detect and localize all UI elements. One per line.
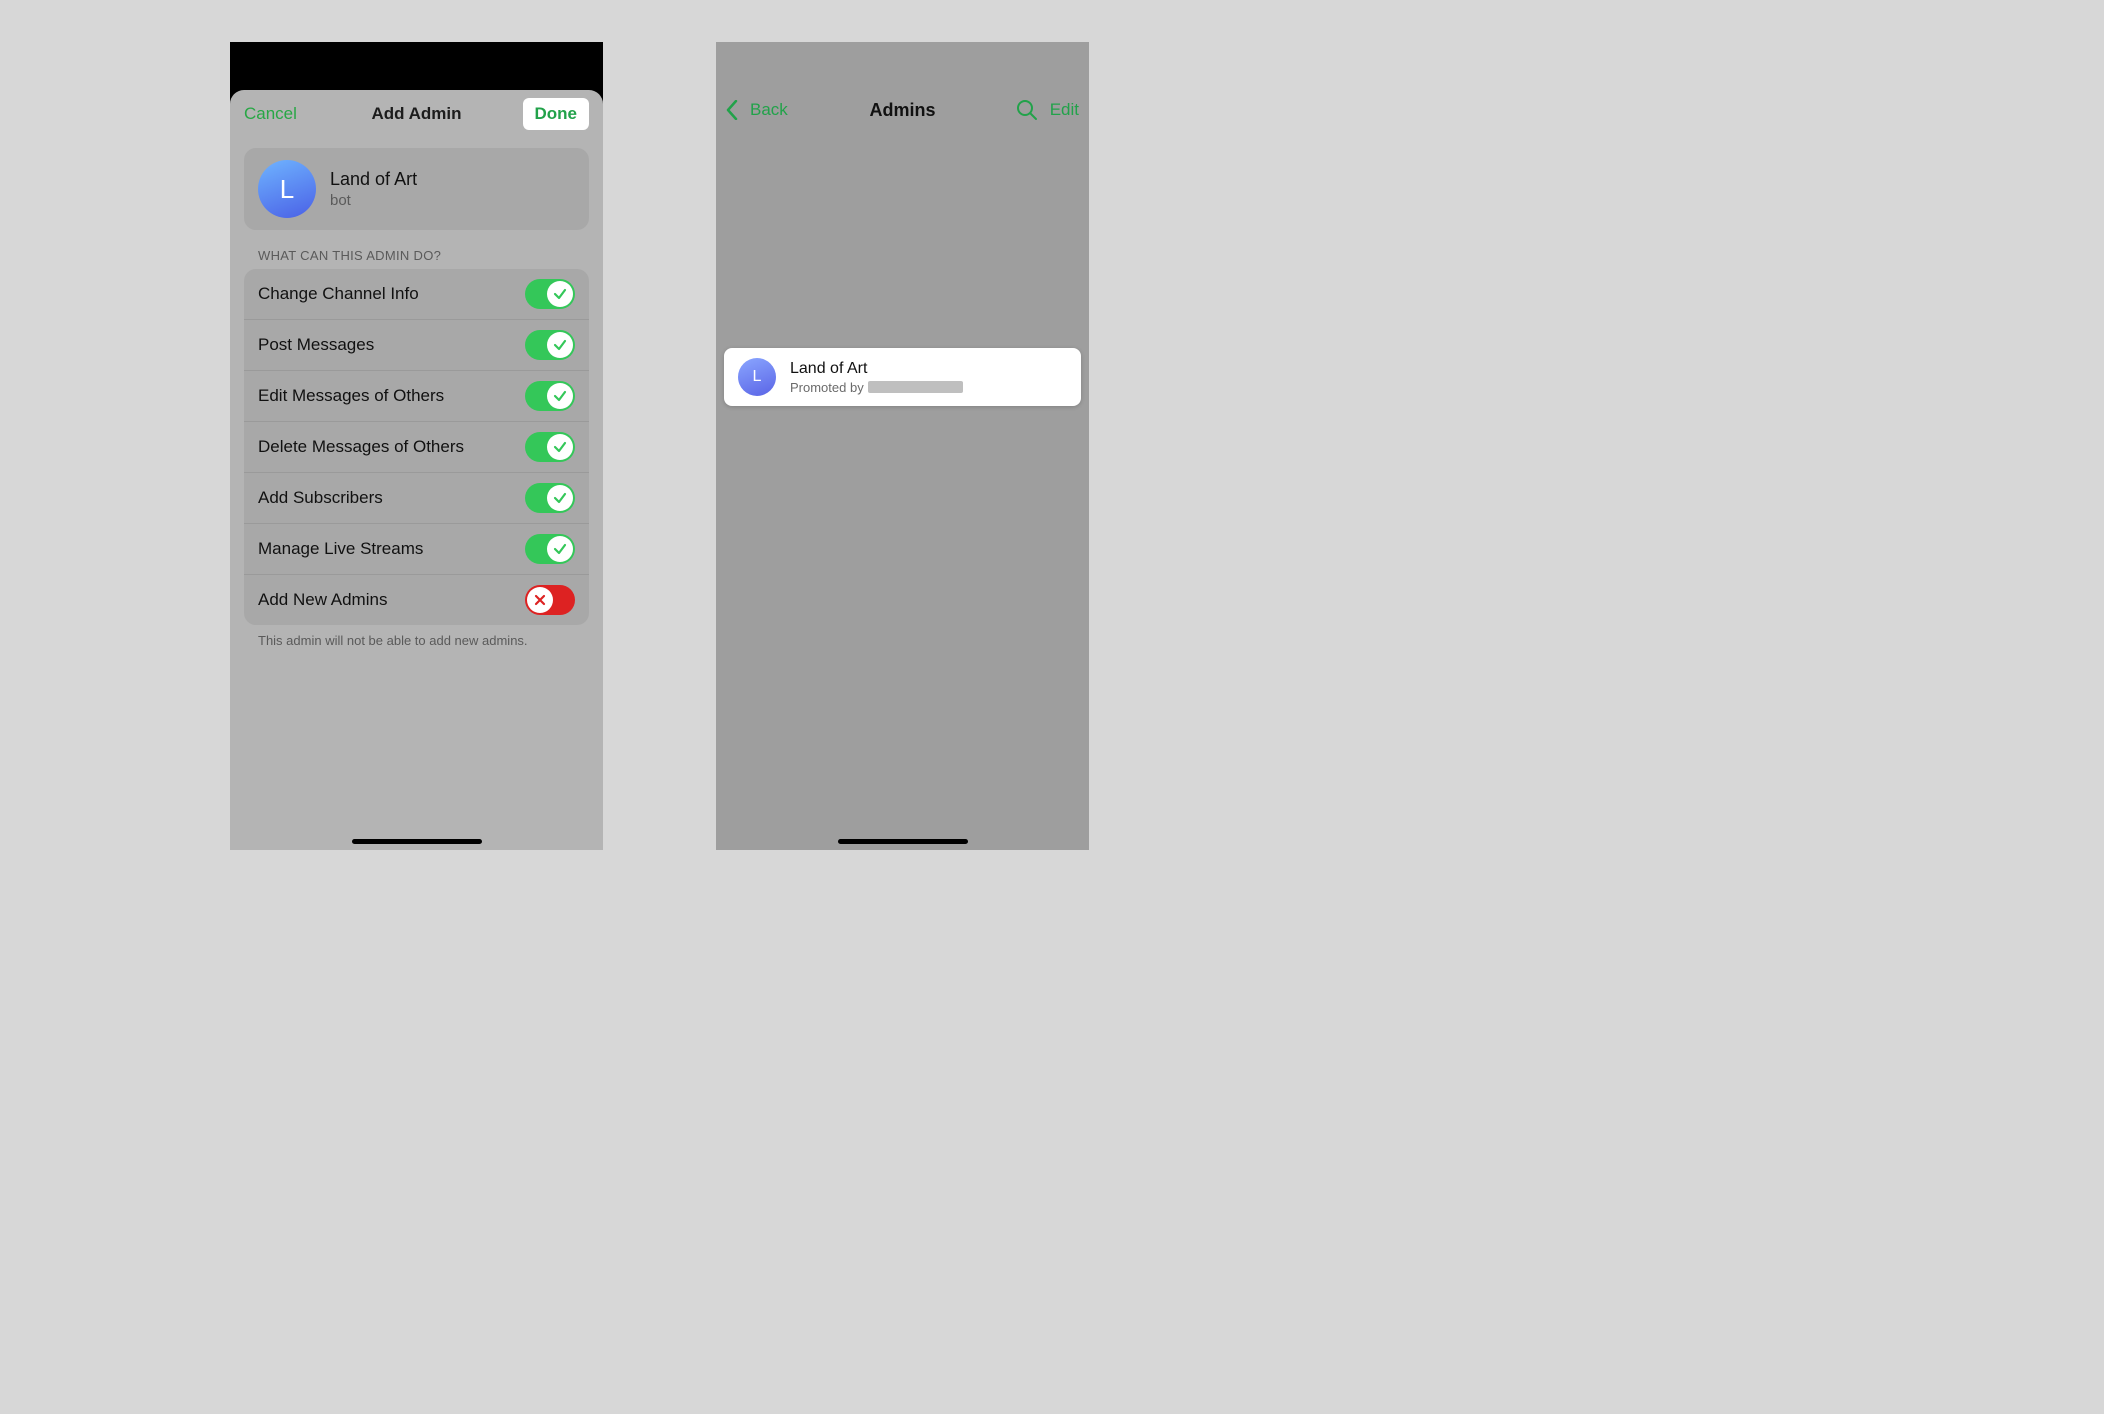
permission-label: Manage Live Streams xyxy=(258,539,423,559)
back-button[interactable]: Back xyxy=(726,100,788,120)
phone-add-admin: 10:30 Cancel Add Admin Done L Land of Ar… xyxy=(230,42,603,850)
check-icon xyxy=(547,434,573,460)
entity-avatar-initial: L xyxy=(280,174,294,205)
entity-name: Land of Art xyxy=(330,169,417,190)
admin-name: Land of Art xyxy=(790,360,963,378)
x-icon xyxy=(527,587,553,613)
check-icon xyxy=(547,281,573,307)
phone-admins-list: 10:30 Back Admins Edit Recent Actions xyxy=(716,42,1089,850)
permission-toggle[interactable] xyxy=(525,483,575,513)
permission-toggle[interactable] xyxy=(525,381,575,411)
edit-button[interactable]: Edit xyxy=(1050,100,1079,120)
check-icon xyxy=(547,332,573,358)
chevron-left-icon xyxy=(726,100,738,120)
add-admin-sheet: Cancel Add Admin Done L Land of Art bot … xyxy=(230,90,603,850)
promoter-redacted xyxy=(868,381,963,393)
permission-toggle[interactable] xyxy=(525,534,575,564)
permissions-footnote: This admin will not be able to add new a… xyxy=(258,633,575,648)
admin-avatar: L xyxy=(738,358,776,396)
permission-row: Add Subscribers xyxy=(244,473,589,524)
permission-row: Change Channel Info xyxy=(244,269,589,320)
permission-row: Manage Live Streams xyxy=(244,524,589,575)
permission-row: Post Messages xyxy=(244,320,589,371)
back-label: Back xyxy=(750,100,788,120)
check-icon xyxy=(547,485,573,511)
permission-toggle[interactable] xyxy=(525,279,575,309)
admin-row-land-of-art[interactable]: L Land of Art Promoted by xyxy=(724,348,1081,406)
permission-toggle[interactable] xyxy=(525,585,575,615)
avatar-initial: L xyxy=(753,368,762,386)
admin-entity-card: L Land of Art bot xyxy=(244,148,589,230)
permission-label: Delete Messages of Others xyxy=(258,437,464,457)
permission-toggle[interactable] xyxy=(525,330,575,360)
permissions-list: Change Channel Info Post Messages Edit Mes… xyxy=(244,269,589,625)
home-indicator[interactable] xyxy=(352,839,482,844)
phone-background xyxy=(716,42,1089,850)
check-icon xyxy=(547,383,573,409)
entity-subtitle: bot xyxy=(330,192,417,209)
cancel-button[interactable]: Cancel xyxy=(244,104,297,124)
check-icon xyxy=(547,536,573,562)
permission-label: Edit Messages of Others xyxy=(258,386,444,406)
permission-label: Add New Admins xyxy=(258,590,387,610)
modal-nav: Cancel Add Admin Done xyxy=(230,90,603,138)
permission-row: Edit Messages of Others xyxy=(244,371,589,422)
permission-label: Change Channel Info xyxy=(258,284,419,304)
permission-row: Delete Messages of Others xyxy=(244,422,589,473)
admins-nav: Back Admins Edit xyxy=(716,86,1089,134)
done-button[interactable]: Done xyxy=(523,98,590,130)
search-icon[interactable] xyxy=(1016,99,1038,121)
home-indicator[interactable] xyxy=(838,839,968,844)
permission-label: Add Subscribers xyxy=(258,488,383,508)
permission-row: Add New Admins xyxy=(244,575,589,625)
entity-text: Land of Art bot xyxy=(330,169,417,209)
admin-subtitle: Promoted by xyxy=(790,380,963,395)
permission-label: Post Messages xyxy=(258,335,374,355)
entity-avatar: L xyxy=(258,160,316,218)
permission-toggle[interactable] xyxy=(525,432,575,462)
permissions-header: WHAT CAN THIS ADMIN DO? xyxy=(258,248,575,263)
promoted-by-label: Promoted by xyxy=(790,380,864,395)
